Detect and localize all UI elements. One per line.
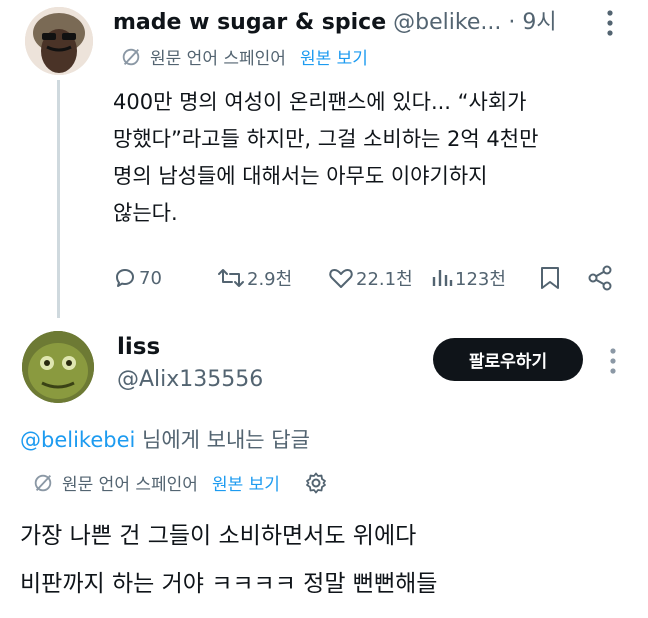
repost-count: 2.9천	[247, 269, 293, 290]
repost-icon	[218, 269, 244, 287]
avatar-image	[22, 331, 94, 403]
translate-row: 원문 언어 스페인어 원본 보기	[120, 44, 368, 69]
translate-source-label: 원문 언어 스페인어	[150, 49, 286, 69]
like-count: 22.1천	[356, 269, 413, 290]
tweet-text-line: 망했다”라고들 하지만, 그걸 소비하는 2억 4천만	[113, 127, 539, 151]
replying-to-line: @belikebei 님에게 보내는 답글	[20, 424, 310, 454]
author-avatar[interactable]	[25, 7, 93, 75]
author-handle[interactable]: @belike...	[393, 10, 501, 35]
reply-text-line: 가장 나쁜 건 그들이 소비하면서도 위에다	[20, 523, 417, 549]
gear-icon[interactable]	[304, 471, 328, 495]
reply-translate-row: 원문 언어 스페인어 원본 보기	[32, 470, 328, 495]
show-original-link[interactable]: 원본 보기	[212, 470, 280, 495]
tweet-text-line: 않는다.	[113, 201, 178, 225]
reply-author-name[interactable]: liss	[117, 334, 160, 360]
tweet-text-line: 400만 명의 여성이 온리팬스에 있다... “사회가	[113, 90, 527, 114]
like-button[interactable]: 22.1천	[328, 265, 413, 291]
translate-slash-icon	[34, 474, 52, 491]
reply-text-line: 비판까지 하는 거야 ㅋㅋㅋㅋ 정말 뻔뻔해들	[20, 571, 438, 597]
author-name[interactable]: made w sugar & spice	[113, 10, 386, 35]
reply-to-handle-link[interactable]: @belikebei	[20, 428, 135, 452]
reply-icon	[116, 269, 134, 287]
reply-text: 가장 나쁜 건 그들이 소비하면서도 위에다 비판까지 하는 거야 ㅋㅋㅋㅋ 정…	[20, 512, 437, 608]
tweet-text: 400만 명의 여성이 온리팬스에 있다... “사회가 망했다”라고들 하지만…	[113, 84, 623, 232]
tweet-actions: 70 2.9천 22.1천 123천	[113, 262, 623, 294]
reply-author-avatar[interactable]	[22, 331, 94, 403]
heart-icon	[329, 269, 353, 288]
more-dots-icon[interactable]	[604, 8, 616, 38]
bookmark-button[interactable]	[539, 265, 561, 291]
reply-button[interactable]: 70	[113, 266, 162, 290]
follow-button[interactable]: 팔로우하기	[433, 338, 583, 381]
reply-count: 70	[139, 267, 162, 289]
tweet-time[interactable]: 9시	[522, 10, 556, 35]
share-icon	[588, 265, 612, 291]
tweet-text-line: 명의 남성들에 대해서는 아무도 이야기하지	[113, 164, 488, 188]
reply-more-dots-icon[interactable]	[607, 346, 619, 376]
repost-button[interactable]: 2.9천	[217, 265, 292, 291]
header-separator: ·	[508, 10, 516, 35]
thread-connector-line	[57, 80, 60, 318]
translate-source-label: 원문 언어 스페인어	[62, 475, 198, 495]
bookmark-icon	[541, 267, 559, 289]
reply-author-handle[interactable]: @Alix135556	[117, 367, 263, 392]
views-count: 123천	[455, 269, 506, 290]
avatar-image	[25, 7, 93, 75]
views-button[interactable]: 123천	[431, 265, 506, 291]
show-original-link[interactable]: 원본 보기	[300, 44, 368, 69]
views-chart-icon	[432, 270, 453, 286]
tweet-header: made w sugar & spice @belike... · 9시	[113, 4, 557, 36]
share-button[interactable]	[587, 265, 613, 291]
reply-to-suffix: 님에게 보내는 답글	[135, 428, 310, 452]
translate-slash-icon	[122, 48, 140, 65]
